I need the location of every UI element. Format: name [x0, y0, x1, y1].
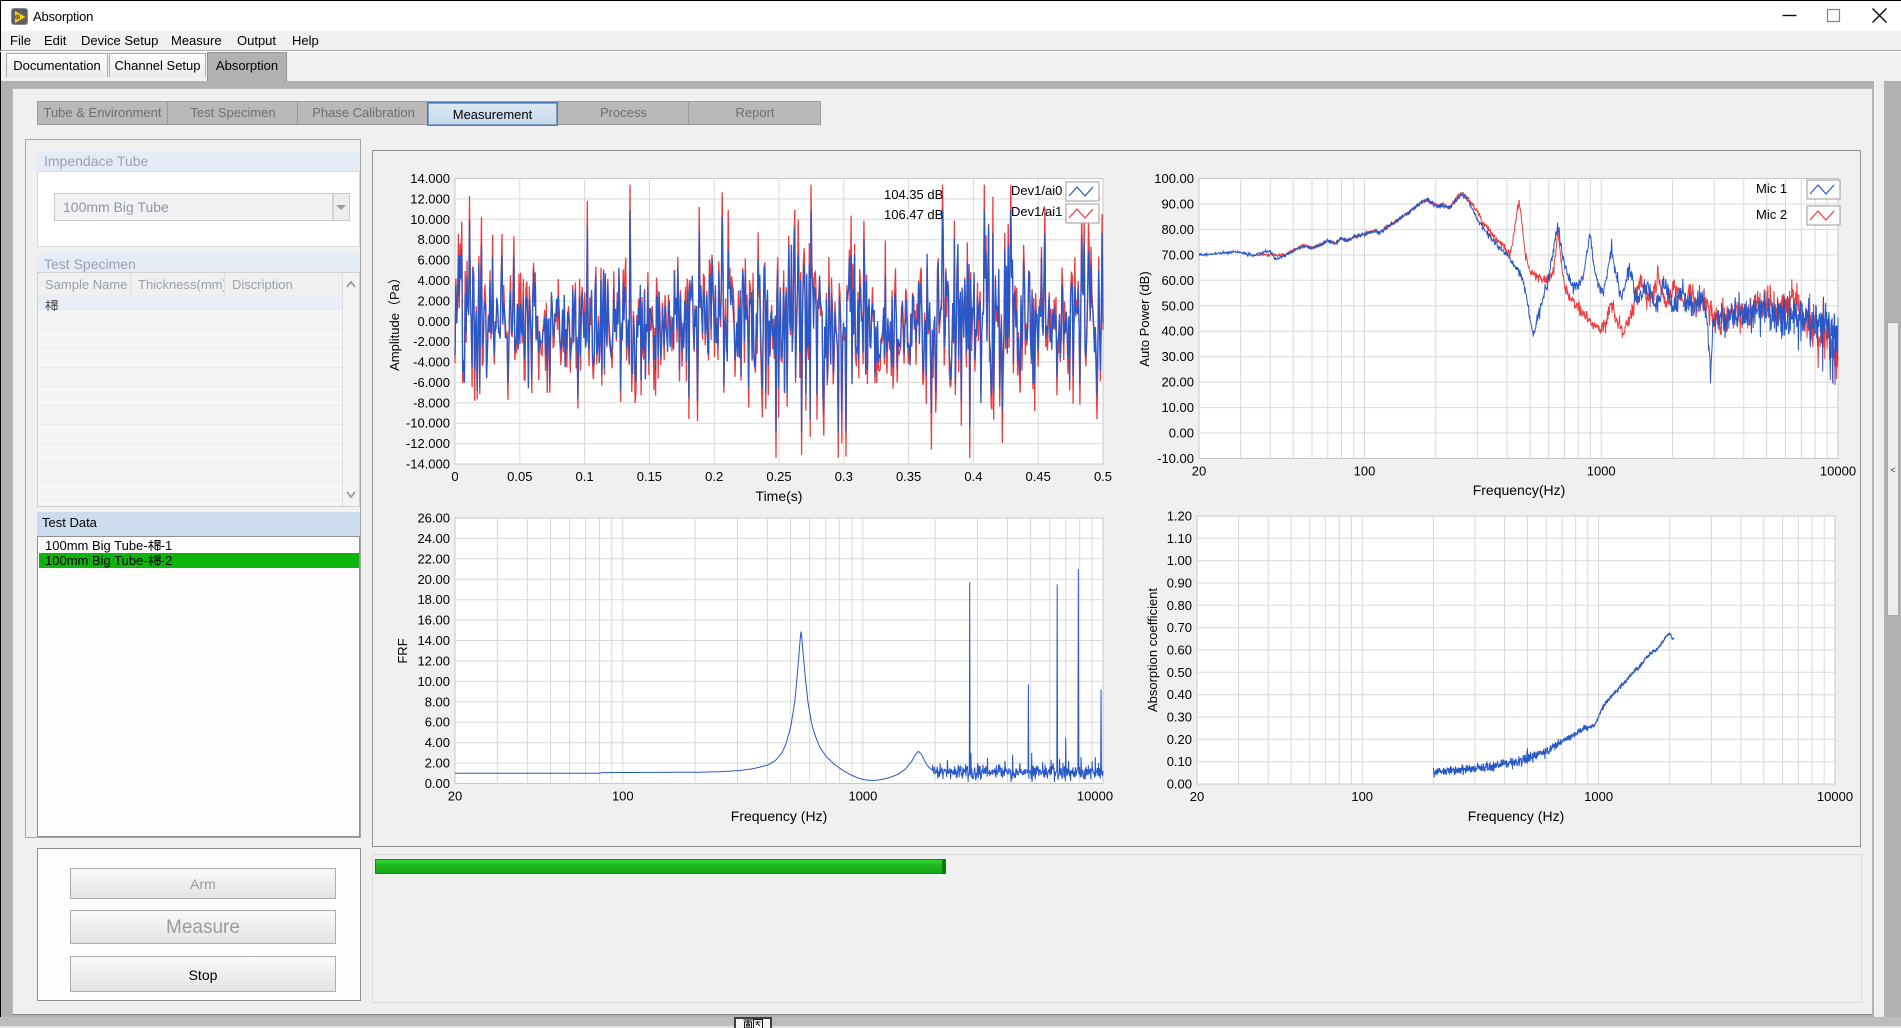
svg-text:0.80: 0.80	[1167, 598, 1192, 613]
svg-text:Mic 2: Mic 2	[1756, 207, 1787, 222]
svg-text:1000: 1000	[1587, 464, 1616, 479]
svg-text:10.000: 10.000	[410, 212, 450, 227]
svg-text:14.000: 14.000	[410, 171, 450, 186]
svg-text:20: 20	[1190, 789, 1204, 804]
svg-text:-8.000: -8.000	[413, 395, 450, 410]
svg-text:0.5: 0.5	[1094, 469, 1112, 484]
svg-text:1.00: 1.00	[1167, 553, 1192, 568]
svg-text:0.3: 0.3	[835, 469, 853, 484]
svg-text:12.00: 12.00	[417, 654, 450, 669]
svg-text:6.000: 6.000	[417, 253, 450, 268]
svg-text:1.10: 1.10	[1167, 531, 1192, 546]
svg-text:20: 20	[1192, 464, 1206, 479]
svg-text:4.000: 4.000	[417, 273, 450, 288]
svg-text:0.50: 0.50	[1167, 665, 1192, 680]
svg-text:1.20: 1.20	[1167, 509, 1192, 524]
svg-text:24.00: 24.00	[417, 531, 450, 546]
svg-text:10.00: 10.00	[417, 674, 450, 689]
svg-text:FRF: FRF	[395, 638, 410, 663]
svg-text:-6.000: -6.000	[413, 375, 450, 390]
svg-text:1000: 1000	[848, 789, 877, 804]
svg-text:106.47 dB: 106.47 dB	[884, 207, 943, 222]
svg-text:100: 100	[612, 789, 634, 804]
svg-text:0.10: 0.10	[1167, 754, 1192, 769]
svg-text:Dev1/ai1: Dev1/ai1	[1011, 204, 1062, 219]
svg-text:-10.000: -10.000	[406, 416, 450, 431]
svg-text:26.00: 26.00	[417, 511, 450, 526]
svg-text:-14.000: -14.000	[406, 457, 450, 472]
svg-text:0.15: 0.15	[637, 469, 662, 484]
svg-text:Absorption coefficient: Absorption coefficient	[1145, 588, 1160, 712]
svg-text:80.00: 80.00	[1161, 222, 1194, 237]
svg-text:0.25: 0.25	[766, 469, 791, 484]
svg-text:20.00: 20.00	[417, 572, 450, 587]
svg-text:20: 20	[448, 789, 462, 804]
svg-text:10000: 10000	[1817, 789, 1853, 804]
svg-text:-2.000: -2.000	[413, 334, 450, 349]
svg-text:0.2: 0.2	[705, 469, 723, 484]
svg-text:0.4: 0.4	[964, 469, 982, 484]
svg-text:Frequency(Hz): Frequency(Hz)	[1473, 482, 1566, 498]
svg-text:0.1: 0.1	[576, 469, 594, 484]
svg-text:Amplitude（Pa）: Amplitude（Pa）	[387, 271, 402, 371]
svg-text:14.00: 14.00	[417, 633, 450, 648]
svg-text:6.00: 6.00	[425, 715, 450, 730]
svg-text:100: 100	[1354, 464, 1376, 479]
svg-text:40.00: 40.00	[1161, 324, 1194, 339]
svg-text:10.00: 10.00	[1161, 400, 1194, 415]
svg-text:2.000: 2.000	[417, 293, 450, 308]
svg-text:70.00: 70.00	[1161, 247, 1194, 262]
svg-text:30.00: 30.00	[1161, 349, 1194, 364]
svg-text:Frequency (Hz): Frequency (Hz)	[1468, 808, 1564, 824]
svg-text:-4.000: -4.000	[413, 355, 450, 370]
svg-text:0.70: 0.70	[1167, 620, 1192, 635]
svg-text:0.05: 0.05	[507, 469, 532, 484]
svg-text:60.00: 60.00	[1161, 273, 1194, 288]
svg-text:-10.00: -10.00	[1157, 451, 1194, 466]
svg-text:22.00: 22.00	[417, 551, 450, 566]
svg-text:0.45: 0.45	[1026, 469, 1051, 484]
svg-text:100.00: 100.00	[1154, 171, 1194, 186]
svg-text:0.90: 0.90	[1167, 576, 1192, 591]
svg-text:0.00: 0.00	[425, 776, 450, 791]
svg-text:20.00: 20.00	[1161, 375, 1194, 390]
svg-text:50.00: 50.00	[1161, 298, 1194, 313]
svg-text:8.00: 8.00	[425, 694, 450, 709]
svg-text:0.00: 0.00	[1167, 777, 1192, 792]
svg-text:2.00: 2.00	[425, 756, 450, 771]
svg-text:0: 0	[451, 469, 458, 484]
svg-text:10000: 10000	[1077, 789, 1113, 804]
svg-text:10000: 10000	[1820, 464, 1856, 479]
svg-text:Dev1/ai0: Dev1/ai0	[1011, 183, 1062, 198]
svg-text:Time(s): Time(s)	[756, 488, 803, 504]
svg-text:104.35 dB: 104.35 dB	[884, 187, 943, 202]
svg-text:0.00: 0.00	[1169, 426, 1194, 441]
svg-text:Frequency (Hz): Frequency (Hz)	[731, 808, 827, 824]
svg-text:16.00: 16.00	[417, 613, 450, 628]
svg-text:0.20: 0.20	[1167, 732, 1192, 747]
svg-text:-12.000: -12.000	[406, 436, 450, 451]
svg-text:Mic 1: Mic 1	[1756, 181, 1787, 196]
svg-text:0.60: 0.60	[1167, 643, 1192, 658]
svg-text:0.35: 0.35	[896, 469, 921, 484]
svg-text:0.40: 0.40	[1167, 687, 1192, 702]
svg-text:4.00: 4.00	[425, 735, 450, 750]
svg-text:1000: 1000	[1584, 789, 1613, 804]
svg-text:90.00: 90.00	[1161, 197, 1194, 212]
svg-text:0.30: 0.30	[1167, 710, 1192, 725]
svg-text:12.000: 12.000	[410, 191, 450, 206]
svg-text:8.000: 8.000	[417, 232, 450, 247]
svg-text:0.000: 0.000	[417, 314, 450, 329]
svg-text:100: 100	[1351, 789, 1373, 804]
svg-text:Auto Power (dB): Auto Power (dB)	[1137, 271, 1152, 366]
svg-text:18.00: 18.00	[417, 592, 450, 607]
